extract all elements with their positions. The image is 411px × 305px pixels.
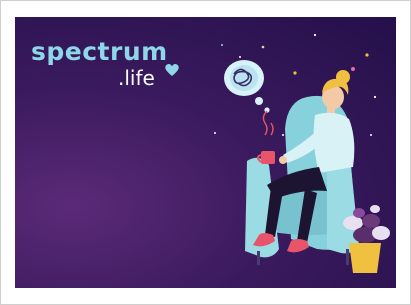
- heart-icon: [165, 64, 179, 76]
- image-frame: spectrum .life: [0, 0, 411, 305]
- brand-suffix: .life: [118, 66, 155, 90]
- brand-name: spectrum: [31, 37, 168, 66]
- promo-banner: spectrum .life: [15, 17, 396, 288]
- coffee-mug-icon: [257, 110, 275, 164]
- thought-bubble-icon: [224, 60, 270, 113]
- spectrum-life-logo: spectrum .life: [31, 37, 201, 97]
